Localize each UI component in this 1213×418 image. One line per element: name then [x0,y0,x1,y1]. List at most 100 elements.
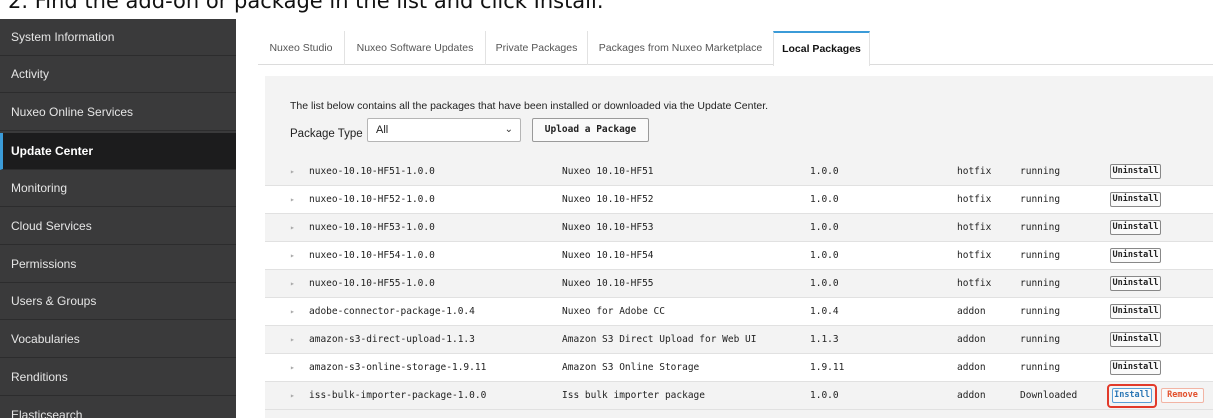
caret-right-icon[interactable]: ▸ [290,270,295,298]
package-version: 1.0.0 [810,222,839,233]
uninstall-button[interactable]: Uninstall [1110,360,1161,375]
package-type-value: All [376,124,389,136]
update-center-tabs: Nuxeo Studio Nuxeo Software Updates Priv… [258,31,1213,66]
package-id: nuxeo-10.10-HF51-1.0.0 [309,166,435,177]
package-version: 1.0.0 [810,166,839,177]
caret-right-icon[interactable]: ▸ [290,298,295,326]
info-description: The list below contains all the packages… [290,100,769,112]
uninstall-button[interactable]: Uninstall [1110,248,1161,263]
package-id: nuxeo-10.10-HF52-1.0.0 [309,194,435,205]
table-row: ▸ adobe-connector-package-1.0.4 Nuxeo fo… [265,298,1213,326]
caret-right-icon[interactable]: ▸ [290,186,295,214]
sidebar-item-system-information[interactable]: System Information [0,19,236,56]
package-name: Nuxeo 10.10-HF54 [562,250,654,261]
info-box: The list below contains all the packages… [265,82,1213,151]
caret-right-icon[interactable]: ▸ [290,382,295,410]
package-name: Nuxeo 10.10-HF52 [562,194,654,205]
chevron-down-icon: ⌄ [504,124,513,135]
table-row: ▸ nuxeo-10.10-HF55-1.0.0 Nuxeo 10.10-HF5… [265,270,1213,298]
package-type: hotfix [957,250,992,261]
main-content: Nuxeo Studio Nuxeo Software Updates Priv… [245,19,1213,418]
package-id: nuxeo-10.10-HF53-1.0.0 [309,222,435,233]
package-state: running [1020,222,1061,233]
sidebar-item-update-center[interactable]: Update Center [0,133,236,170]
admin-sidebar: System Information Activity Nuxeo Online… [0,19,236,418]
table-row: ▸ nuxeo-10.10-HF51-1.0.0 Nuxeo 10.10-HF5… [265,158,1213,186]
tab-nuxeo-software-updates[interactable]: Nuxeo Software Updates [344,31,485,65]
package-name: Nuxeo 10.10-HF51 [562,166,654,177]
caret-right-icon[interactable]: ▸ [290,354,295,382]
caret-right-icon[interactable]: ▸ [290,214,295,242]
sidebar-item-activity[interactable]: Activity [0,56,236,93]
uninstall-button[interactable]: Uninstall [1110,276,1161,291]
package-state: running [1020,278,1061,289]
package-state: running [1020,194,1061,205]
package-state: running [1020,166,1061,177]
sidebar-item-cloud-services[interactable]: Cloud Services [0,208,236,245]
package-id: iss-bulk-importer-package-1.0.0 [309,390,487,401]
sidebar-item-renditions[interactable]: Renditions [0,359,236,396]
table-row: ▸ iss-bulk-importer-package-1.0.0 Iss bu… [265,382,1213,410]
package-type: addon [957,390,986,401]
uninstall-button[interactable]: Uninstall [1110,220,1161,235]
package-type: addon [957,362,986,373]
tab-local-packages[interactable]: Local Packages [773,31,870,66]
package-version: 1.0.0 [810,278,839,289]
package-version: 1.0.4 [810,306,839,317]
tab-private-packages[interactable]: Private Packages [485,31,587,65]
package-version: 1.0.0 [810,390,839,401]
package-version: 1.0.0 [810,250,839,261]
table-row: ▸ amazon-s3-online-storage-1.9.11 Amazon… [265,354,1213,382]
caret-right-icon[interactable]: ▸ [290,326,295,354]
package-state: running [1020,250,1061,261]
package-name: Nuxeo 10.10-HF53 [562,222,654,233]
upload-package-button[interactable]: Upload a Package [532,118,649,142]
uninstall-button[interactable]: Uninstall [1110,192,1161,207]
sidebar-item-nuxeo-online-services[interactable]: Nuxeo Online Services [0,94,236,131]
package-id: amazon-s3-online-storage-1.9.11 [309,362,487,373]
package-type-label: Package Type [290,128,363,140]
sidebar-item-vocabularies[interactable]: Vocabularies [0,321,236,358]
package-type: hotfix [957,278,992,289]
sidebar-item-elasticsearch[interactable]: Elasticsearch [0,397,236,418]
instruction-text: 2. Find the add-on or package in the lis… [8,0,604,13]
sidebar-item-monitoring[interactable]: Monitoring [0,170,236,207]
caret-right-icon[interactable]: ▸ [290,158,295,186]
package-name: Amazon S3 Online Storage [562,362,700,373]
table-row: ▸ amazon-s3-direct-upload-1.1.3 Amazon S… [265,326,1213,354]
package-name: Nuxeo for Adobe CC [562,306,665,317]
uninstall-button[interactable]: Uninstall [1110,332,1161,347]
package-id: nuxeo-10.10-HF54-1.0.0 [309,250,435,261]
package-id: adobe-connector-package-1.0.4 [309,306,475,317]
package-type: hotfix [957,194,992,205]
package-id: nuxeo-10.10-HF55-1.0.0 [309,278,435,289]
local-packages-panel: The list below contains all the packages… [265,76,1213,418]
package-version: 1.9.11 [810,362,845,373]
uninstall-button[interactable]: Uninstall [1110,304,1161,319]
package-type: addon [957,334,986,345]
sidebar-item-permissions[interactable]: Permissions [0,246,236,283]
table-row: ▸ nuxeo-10.10-HF52-1.0.0 Nuxeo 10.10-HF5… [265,186,1213,214]
package-state: running [1020,306,1061,317]
install-button[interactable]: Install [1112,388,1152,403]
package-version: 1.1.3 [810,334,839,345]
package-type: hotfix [957,222,992,233]
package-name: Nuxeo 10.10-HF55 [562,278,654,289]
package-version: 1.0.0 [810,194,839,205]
sidebar-item-users-groups[interactable]: Users & Groups [0,283,236,320]
remove-button[interactable]: Remove [1161,388,1204,403]
package-type-select[interactable]: All ⌄ [367,118,521,142]
package-name: Amazon S3 Direct Upload for Web UI [562,334,757,345]
uninstall-button[interactable]: Uninstall [1110,164,1161,179]
tab-packages-from-marketplace[interactable]: Packages from Nuxeo Marketplace [587,31,773,65]
package-id: amazon-s3-direct-upload-1.1.3 [309,334,475,345]
package-type: hotfix [957,166,992,177]
package-name: Iss bulk importer package [562,390,705,401]
package-type: addon [957,306,986,317]
package-state: running [1020,362,1061,373]
package-state: Downloaded [1020,390,1078,401]
packages-table: ▸ nuxeo-10.10-HF51-1.0.0 Nuxeo 10.10-HF5… [265,158,1213,418]
tab-nuxeo-studio[interactable]: Nuxeo Studio [258,31,344,65]
caret-right-icon[interactable]: ▸ [290,242,295,270]
table-row: ▸ nuxeo-10.10-HF54-1.0.0 Nuxeo 10.10-HF5… [265,242,1213,270]
